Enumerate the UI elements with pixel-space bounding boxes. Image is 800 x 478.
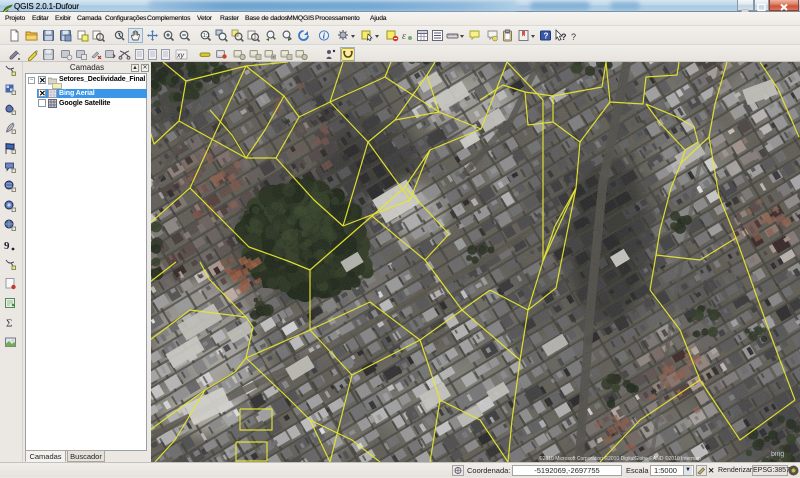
svg-text:Σ: Σ — [6, 318, 12, 330]
svg-text:©2010 Microsoft Corporation ©2: ©2010 Microsoft Corporation ©2010 Digita… — [539, 455, 701, 462]
svg-text:?: ? — [571, 32, 576, 42]
svg-text:ε: ε — [402, 31, 406, 42]
svg-text:xy: xy — [176, 53, 185, 60]
svg-text:?: ? — [544, 32, 549, 41]
svg-text:bing: bing — [771, 451, 784, 458]
svg-text:9: 9 — [4, 240, 10, 252]
svg-text:1:1: 1:1 — [203, 33, 210, 39]
